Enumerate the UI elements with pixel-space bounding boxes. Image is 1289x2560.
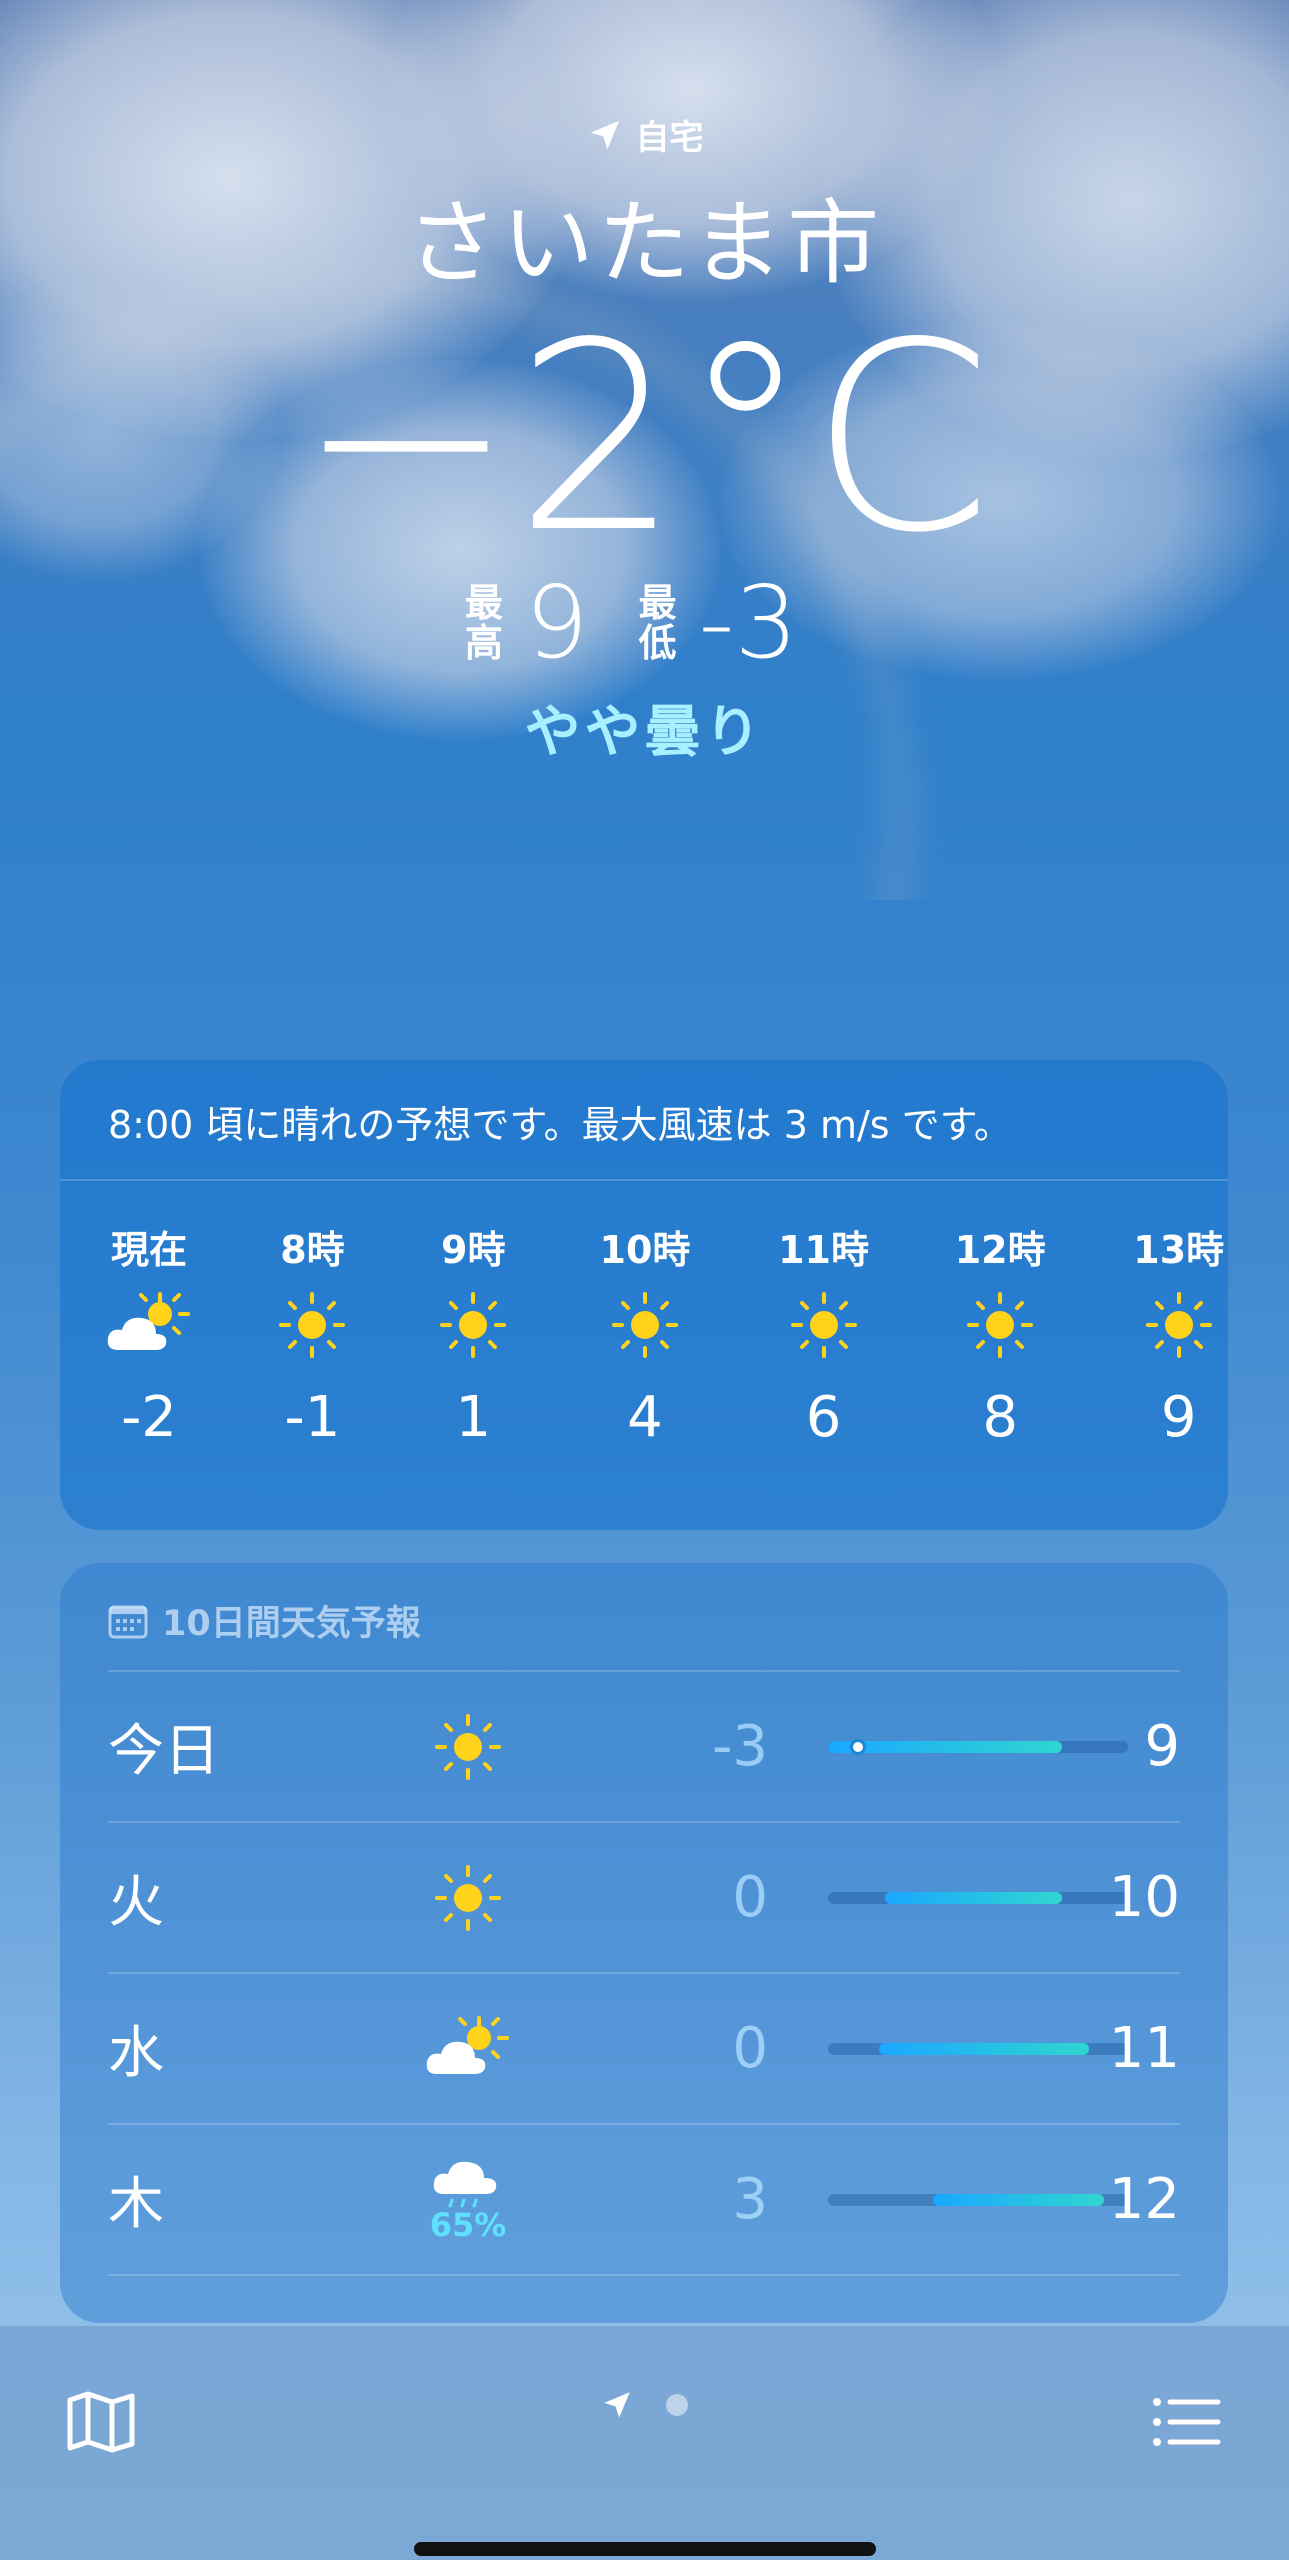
sun-icon [440, 1292, 507, 1358]
day-high: 11 [1108, 2016, 1180, 2081]
ten-day-forecast-card[interactable]: 10日間天気予報 今日 -3 9 火 0 10 水 0 11 木 65% 3 1… [60, 1563, 1228, 2323]
home-indicator[interactable] [414, 2542, 876, 2556]
hourly-forecast-card[interactable]: 8:00 頃に晴れの予想です。最大風速は 3 m/s です。 現在 -2 8時 [60, 1060, 1228, 1530]
hour-item: 現在 -2 [107, 1219, 190, 1450]
list-icon [1153, 2398, 1221, 2446]
range-fill [879, 2042, 1089, 2055]
forecast-row[interactable] [108, 2274, 1180, 2323]
forecast-row[interactable]: 木 65% 3 12 [108, 2123, 1180, 2274]
partly-cloudy-icon [107, 1292, 190, 1350]
page-indicator[interactable] [600, 2388, 688, 2422]
sun-icon [967, 1292, 1034, 1358]
current-temperature: −2°C [297, 288, 992, 590]
high-label: 最高 [464, 580, 503, 665]
hour-item: 12時 8 [954, 1228, 1046, 1450]
city-name: さいたま市 [405, 190, 884, 297]
partly-cloudy-icon [426, 2015, 509, 2074]
day-high: 12 [1108, 2167, 1180, 2232]
forecast-title: 10日間天気予報 [60, 1563, 1228, 1670]
range-fill [933, 2193, 1104, 2206]
hour-item: 8時 -1 [272, 1219, 353, 1450]
page-dot [666, 2394, 688, 2416]
hour-item: 10時 4 [599, 1228, 691, 1450]
current-temp-dot [850, 1738, 866, 1755]
sun-icon [435, 1864, 501, 1931]
day-low: -3 [712, 1714, 768, 1779]
day-name: 木 [108, 2172, 164, 2237]
day-name: 水 [108, 2021, 164, 2086]
day-name: 火 [108, 1870, 164, 1935]
hourly-summary: 8:00 頃に晴れの予想です。最大風速は 3 m/s です。 [60, 1060, 1228, 1181]
sun-icon [790, 1292, 857, 1358]
forecast-row[interactable]: 今日 -3 9 [108, 1670, 1180, 1821]
location-arrow-icon [590, 120, 619, 149]
location-arrow-icon [604, 2392, 630, 2418]
sun-icon [279, 1292, 346, 1358]
bottom-toolbar [0, 2326, 1289, 2560]
precipitation-chance: 65% [429, 2205, 507, 2244]
sun-icon [611, 1292, 678, 1358]
calendar-icon [108, 1605, 148, 1638]
rain-cloud-icon [433, 2161, 497, 2207]
range-fill [885, 1891, 1062, 1904]
day-low: 0 [732, 1865, 768, 1930]
sun-icon [435, 1713, 501, 1780]
day-high: 10 [1108, 1865, 1180, 1930]
map-button[interactable] [66, 2390, 136, 2458]
map-icon [67, 2391, 135, 2453]
condition-text: やや曇り [524, 700, 765, 765]
day-high: 9 [1144, 1714, 1180, 1779]
current-weather-header: 自宅 さいたま市 −2°C 最高 9 最低 -3 やや曇り [0, 110, 1289, 768]
hour-item: 9時 1 [433, 1219, 514, 1450]
location-label: 自宅 [635, 118, 704, 158]
location-row: 自宅 [0, 110, 1289, 159]
day-name: 今日 [108, 1719, 220, 1784]
day-low: 3 [732, 2167, 768, 2232]
forecast-row[interactable]: 水 0 11 [108, 1972, 1180, 2123]
day-low: 0 [732, 2016, 768, 2081]
forecast-row[interactable]: 火 0 10 [108, 1821, 1180, 1972]
location-list-button[interactable] [1152, 2396, 1222, 2452]
hour-item: 13時 9 [1133, 1228, 1225, 1450]
hourly-list[interactable]: 現在 -2 8時 -1 9時 1 10時 4 11時 6 12時 8 13時 9 [60, 1181, 1228, 1450]
low-label: 最低 [638, 580, 677, 665]
sun-icon [1145, 1292, 1212, 1358]
hour-item: 11時 6 [778, 1228, 869, 1450]
